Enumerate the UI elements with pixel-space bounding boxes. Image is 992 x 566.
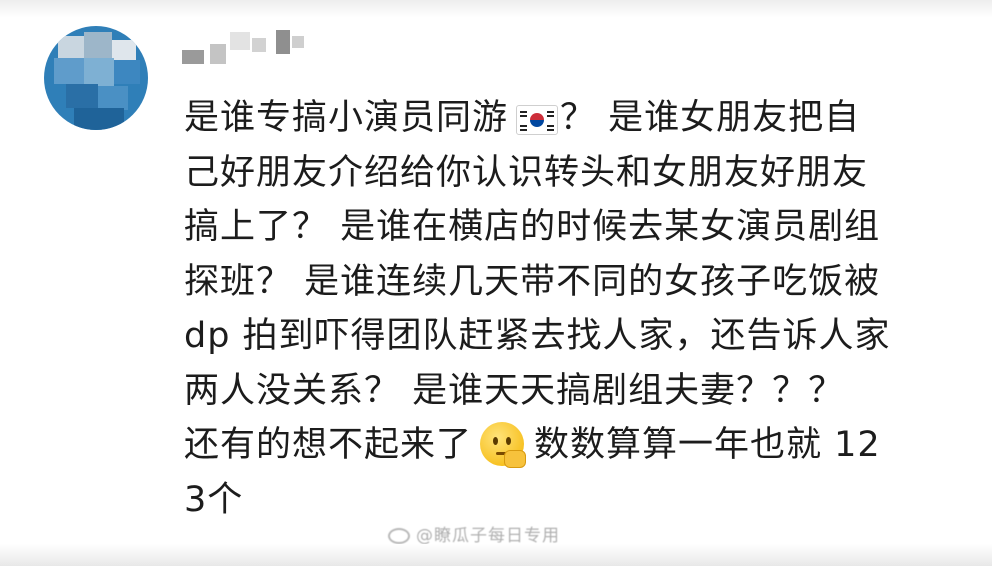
avatar-pixel — [58, 36, 84, 58]
avatar-pixel — [54, 58, 84, 84]
comment-line: 两人没关系？ 是谁天天搞剧组夫妻？？？ — [184, 370, 845, 411]
avatar-pixel — [84, 58, 114, 86]
username-pixelated[interactable] — [180, 24, 330, 68]
comment-text: 是谁专搞小演员同游 ？ 是谁女朋友把自 己好朋友介绍给你认识转头和女朋友好朋友 搞… — [184, 91, 976, 527]
comment-line: 是谁专搞小演员同游 ？ 是谁女朋友把自 — [184, 91, 976, 146]
comment-line: 搞上了？ 是谁在横店的时候去某女演员剧组 — [184, 207, 881, 247]
bottom-strip — [0, 544, 992, 566]
username-pixel — [292, 36, 304, 48]
comment-segment: 数数算算一年也就 12 — [534, 425, 881, 465]
comment-segment: 是谁专搞小演员同游 — [184, 98, 509, 138]
comment-segment: ？ 是谁女朋友把自 — [560, 98, 861, 138]
username-pixel — [210, 44, 226, 64]
thinking-face-icon — [480, 422, 527, 468]
avatar-pixel — [66, 84, 98, 108]
username-pixel — [182, 50, 204, 64]
avatar-pixel — [74, 108, 124, 130]
avatar-pixel — [114, 60, 140, 84]
comment-line: 还有的想不起来了 数数算算一年也就 12 — [184, 418, 976, 473]
comment-segment: 还有的想不起来了 — [184, 425, 473, 465]
weibo-logo-icon — [388, 528, 410, 544]
watermark-text: @瞭瓜子每日专用 — [416, 526, 560, 546]
username-pixel — [252, 38, 266, 52]
south-korea-flag-icon — [516, 105, 559, 135]
comment-line: 己好朋友介绍给你认识转头和女朋友好朋友 — [184, 152, 869, 193]
avatar-pixel — [98, 86, 128, 110]
watermark: @瞭瓜子每日专用 — [388, 521, 560, 546]
avatar-pixel — [112, 40, 136, 60]
avatar-pixel — [84, 32, 112, 58]
top-shade — [0, 0, 992, 18]
comment-line: 3个 — [184, 479, 244, 520]
avatar[interactable] — [44, 26, 148, 130]
comment-line: 探班？ 是谁连续几天带不同的女孩子吃饭被 — [184, 261, 881, 302]
username-pixel — [230, 32, 250, 50]
comment-line: dp 拍到吓得团队赶紧去找人家，还告诉人家 — [184, 316, 891, 356]
username-pixel — [276, 30, 290, 54]
